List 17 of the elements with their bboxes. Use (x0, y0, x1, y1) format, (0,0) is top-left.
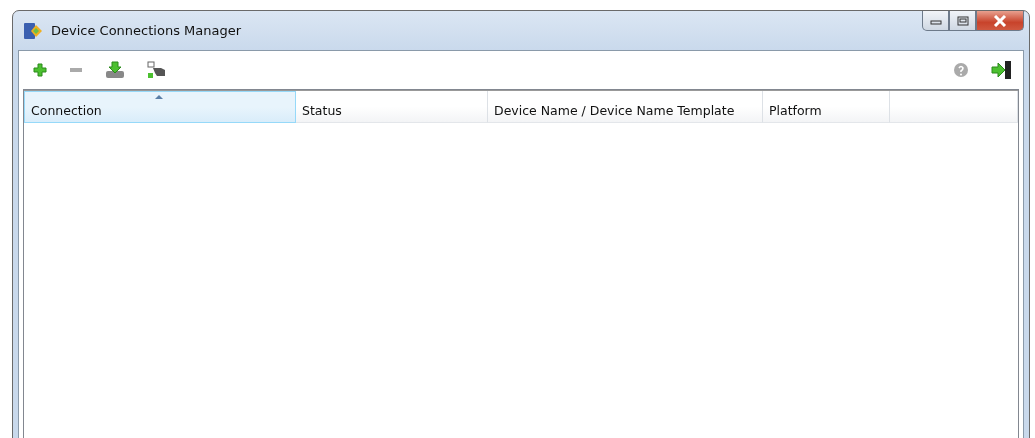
app-icon (23, 20, 43, 41)
column-header[interactable]: Device Name / Device Name Template (488, 91, 763, 123)
column-header[interactable]: Status (296, 91, 488, 123)
minimize-button[interactable] (922, 11, 949, 31)
import-icon[interactable] (105, 61, 125, 79)
exit-icon[interactable] (991, 60, 1013, 80)
window-title: Device Connections Manager (51, 23, 242, 38)
column-header[interactable]: Platform (763, 91, 890, 123)
column-header[interactable]: Connection (24, 91, 296, 123)
close-button[interactable] (976, 11, 1024, 31)
sort-arrow-icon (155, 95, 163, 99)
maximize-button[interactable] (949, 11, 976, 31)
maximize-icon (956, 15, 969, 26)
help-icon[interactable] (953, 62, 969, 78)
close-icon (993, 14, 1007, 27)
remove-icon[interactable] (69, 67, 83, 73)
add-icon[interactable] (33, 63, 47, 77)
